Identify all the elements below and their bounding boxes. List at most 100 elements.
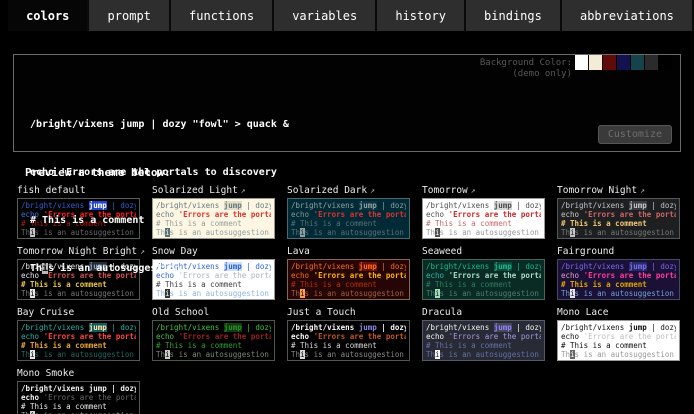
mini-line-autosuggestion: This is an autosuggestion	[426, 228, 541, 237]
mini-line-comment: # This is a comment	[21, 341, 136, 350]
mini-line-command: /bright/vixens jump | dozy "	[291, 201, 406, 210]
mini-line-command: /bright/vixens jump | dozy "	[156, 323, 271, 332]
theme-title: Mono Lace	[557, 307, 680, 318]
mini-line-echo: echo 'Errors are the portals	[561, 210, 676, 219]
theme-mini-preview: /bright/vixens jump | dozy "echo 'Errors…	[557, 198, 680, 239]
mini-line-command: /bright/vixens jump | dozy "	[21, 384, 136, 393]
mini-line-comment: # This is a comment	[156, 341, 271, 350]
theme-mini-preview: /bright/vixens jump | dozy "echo 'Errors…	[17, 320, 140, 361]
mini-line-echo: echo 'Errors are the portals	[291, 271, 406, 280]
theme-card-mono-lace[interactable]: Mono Lace/bright/vixens jump | dozy "ech…	[557, 307, 680, 361]
mini-line-command: /bright/vixens jump | dozy "	[291, 262, 406, 271]
mini-line-command: /bright/vixens jump | dozy "	[561, 262, 676, 271]
theme-title: Fairground	[557, 246, 680, 257]
bg-swatch-1[interactable]	[589, 55, 602, 70]
theme-card-just-a-touch[interactable]: Just a Touch/bright/vixens jump | dozy "…	[287, 307, 410, 361]
theme-card-tomorrow-night[interactable]: Tomorrow Night↗ /bright/vixens jump | doz…	[557, 185, 680, 239]
mini-line-comment: # This is a comment	[561, 341, 676, 350]
mini-line-command: /bright/vixens jump | dozy "	[426, 323, 541, 332]
bg-swatch-3[interactable]	[617, 55, 630, 70]
tab-functions[interactable]: functions	[171, 0, 274, 31]
mini-line-autosuggestion: This is an autosuggestion	[561, 350, 676, 359]
mini-line-autosuggestion: This is an autosuggestion	[426, 289, 541, 298]
theme-mini-preview: /bright/vixens jump | dozy "echo 'Errors…	[17, 381, 140, 414]
mini-line-command: /bright/vixens jump | dozy "	[426, 262, 541, 271]
mini-line-comment: # This is a comment	[426, 219, 541, 228]
mini-line-comment: # This is a comment	[561, 280, 676, 289]
mini-line-comment: # This is a comment	[426, 280, 541, 289]
theme-card-dracula[interactable]: Dracula/bright/vixens jump | dozy "echo …	[422, 307, 545, 361]
tab-bar: colorspromptfunctionsvariableshistorybin…	[0, 0, 694, 31]
mini-line-comment: # This is a comment	[561, 219, 676, 228]
mini-line-comment: # This is a comment	[21, 402, 136, 411]
mini-line-autosuggestion: This is an autosuggestion	[561, 228, 676, 237]
theme-title: Just a Touch	[287, 307, 410, 318]
theme-card-bay-cruise[interactable]: Bay Cruise/bright/vixens jump | dozy "ec…	[17, 307, 140, 361]
terminal-line-echo: echo 'Errors are the portals to discover…	[30, 165, 289, 181]
tab-variables[interactable]: variables	[274, 0, 377, 31]
mini-line-autosuggestion: This is an autosuggestion	[21, 350, 136, 359]
mini-line-echo: echo 'Errors are the portals	[21, 332, 136, 341]
mini-line-command: /bright/vixens jump | dozy "	[426, 201, 541, 210]
theme-card-seaweed[interactable]: Seaweed/bright/vixens jump | dozy "echo …	[422, 246, 545, 300]
theme-mini-preview: /bright/vixens jump | dozy "echo 'Errors…	[287, 198, 410, 239]
background-swatch-row	[574, 55, 672, 70]
theme-title: Seaweed	[422, 246, 545, 257]
theme-mini-preview: /bright/vixens jump | dozy "echo 'Errors…	[152, 320, 275, 361]
mini-line-echo: echo 'Errors are the portals	[291, 210, 406, 219]
mini-line-autosuggestion: This is an autosuggestion	[291, 228, 406, 237]
bg-swatch-2[interactable]	[603, 55, 616, 70]
external-link-icon: ↗	[471, 186, 476, 195]
customize-button[interactable]: Customize	[598, 125, 672, 144]
theme-mini-preview: /bright/vixens jump | dozy "echo 'Errors…	[422, 198, 545, 239]
demo-only-label: (demo only)	[480, 69, 572, 80]
theme-title: Lava	[287, 246, 410, 257]
bg-swatch-4[interactable]	[631, 55, 644, 70]
mini-line-comment: # This is a comment	[291, 280, 406, 289]
mini-line-autosuggestion: This is an autosuggestion	[426, 350, 541, 359]
bg-swatch-6[interactable]	[659, 55, 672, 70]
mini-line-autosuggestion: This is an autosuggestion	[156, 350, 271, 359]
theme-mini-preview: /bright/vixens jump | dozy "echo 'Errors…	[287, 259, 410, 300]
tab-prompt[interactable]: prompt	[89, 0, 170, 31]
theme-mini-preview: /bright/vixens jump | dozy "echo 'Errors…	[557, 259, 680, 300]
terminal-line-comment: # This is a comment	[30, 213, 289, 229]
mini-line-autosuggestion: This is an autosuggestion	[561, 289, 676, 298]
tab-colors[interactable]: colors	[8, 0, 89, 31]
terminal-preview: Background Color: (demo only) /bright/vi…	[13, 54, 681, 152]
theme-mini-preview: /bright/vixens jump | dozy "echo 'Errors…	[422, 320, 545, 361]
theme-card-fairground[interactable]: Fairground/bright/vixens jump | dozy "ec…	[557, 246, 680, 300]
mini-line-echo: echo 'Errors are the portals	[426, 332, 541, 341]
mini-line-comment: # This is a comment	[291, 219, 406, 228]
theme-title: Mono Smoke	[17, 368, 140, 379]
theme-title: Solarized Dark↗	[287, 185, 410, 196]
bg-swatch-0[interactable]	[575, 55, 588, 70]
theme-card-mono-smoke[interactable]: Mono Smoke/bright/vixens jump | dozy "ec…	[17, 368, 140, 414]
theme-card-solarized-dark[interactable]: Solarized Dark↗ /bright/vixens jump | doz…	[287, 185, 410, 239]
mini-line-command: /bright/vixens jump | dozy "	[21, 323, 136, 332]
tab-history[interactable]: history	[377, 0, 466, 31]
mini-line-echo: echo 'Errors are the portals	[561, 271, 676, 280]
mini-line-echo: echo 'Errors are the portals	[156, 332, 271, 341]
theme-title: Dracula	[422, 307, 545, 318]
mini-line-command: /bright/vixens jump | dozy "	[561, 323, 676, 332]
mini-line-autosuggestion: This is an autosuggestion	[291, 289, 406, 298]
theme-card-tomorrow[interactable]: Tomorrow↗/bright/vixens jump | dozy "ech…	[422, 185, 545, 239]
mini-line-echo: echo 'Errors are the portals	[561, 332, 676, 341]
theme-mini-preview: /bright/vixens jump | dozy "echo 'Errors…	[422, 259, 545, 300]
mini-line-echo: echo 'Errors are the portals	[426, 271, 541, 280]
bg-swatch-5[interactable]	[645, 55, 658, 70]
theme-mini-preview: /bright/vixens jump | dozy "echo 'Errors…	[287, 320, 410, 361]
tab-bindings[interactable]: bindings	[466, 0, 562, 31]
terminal-line-command: /bright/vixens jump | dozy "fowl" > quac…	[30, 117, 289, 133]
terminal-sample-text: /bright/vixens jump | dozy "fowl" > quac…	[30, 85, 289, 309]
tab-abbreviations[interactable]: abbreviations	[562, 0, 694, 31]
mini-line-command: /bright/vixens jump | dozy "	[291, 323, 406, 332]
theme-card-lava[interactable]: Lava/bright/vixens jump | dozy "echo 'Er…	[287, 246, 410, 300]
theme-title: Tomorrow Night↗	[557, 185, 680, 196]
external-link-icon: ↗	[640, 186, 645, 195]
theme-card-old-school[interactable]: Old School/bright/vixens jump | dozy "ec…	[152, 307, 275, 361]
mini-line-echo: echo 'Errors are the portals	[21, 393, 136, 402]
mini-line-comment: # This is a comment	[426, 341, 541, 350]
mini-line-comment: # This is a comment	[291, 341, 406, 350]
